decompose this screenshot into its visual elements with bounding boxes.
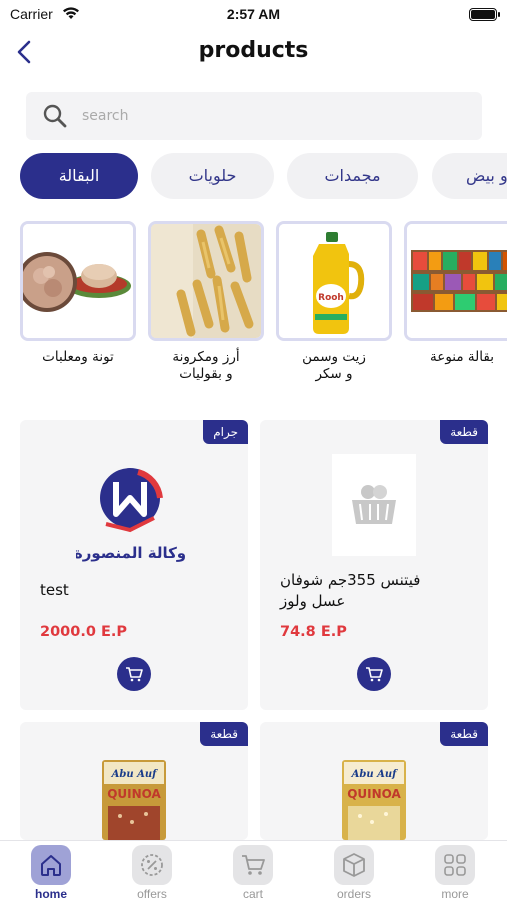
nav-label: cart (242, 887, 263, 900)
subcategory-image: Rooh (276, 221, 392, 341)
svg-text:QUINOA: QUINOA (107, 787, 161, 801)
product-price: 2000.0 E.P (40, 624, 128, 640)
cart-icon (126, 667, 143, 682)
nav-orders[interactable]: orders (324, 845, 384, 900)
cart-icon (366, 667, 383, 682)
add-to-cart-button[interactable] (357, 657, 391, 691)
nav-label: home (34, 887, 67, 900)
subcategory-tuna[interactable]: تونة ومعلبات (20, 221, 136, 366)
product-price: 74.8 E.P (280, 624, 347, 640)
svg-text:Abu Auf: Abu Auf (111, 769, 159, 780)
logo-text: وكالة المنصورة (76, 544, 186, 562)
product-image: Abu Auf QUINOA (102, 760, 166, 840)
subcategory-image (20, 221, 136, 341)
subcategory-label: أرز ومكرونة و بقوليات (172, 349, 240, 382)
battery-icon (469, 8, 500, 21)
basket-icon (352, 485, 396, 524)
tab-eggs[interactable]: و بيض (432, 153, 507, 199)
svg-text:QUINOA: QUINOA (347, 787, 401, 801)
product-card[interactable]: قطعة Abu Auf QUINOA (20, 722, 248, 840)
nav-label: orders (336, 887, 371, 900)
svg-text:Abu Auf: Abu Auf (351, 769, 399, 780)
product-name: فيتنس 355جم شوفان عسل ولوز (280, 571, 421, 610)
product-card[interactable]: جرام وكالة المنصورة test 2000.0 E.P (20, 420, 248, 710)
offers-icon (132, 845, 172, 885)
placeholder-image (332, 454, 416, 556)
nav-label: more (441, 887, 469, 900)
status-bar: Carrier 2:57 AM (0, 0, 507, 30)
nav-cart[interactable]: cart (223, 845, 283, 900)
page-title: products (198, 38, 309, 63)
subcategory-label: زيت وسمن و سكر (302, 349, 366, 382)
unit-badge: قطعة (440, 420, 488, 444)
unit-badge: جرام (203, 420, 248, 444)
nav-label: offers (137, 887, 167, 900)
subcategory-label: تونة ومعلبات (42, 349, 114, 365)
cart-icon (233, 845, 273, 885)
category-tabs: البقالة حلويات مجمدات و بيض (0, 153, 507, 201)
product-name: test (40, 581, 69, 599)
unit-badge: قطعة (200, 722, 248, 746)
search-icon (43, 104, 67, 128)
home-icon (31, 845, 71, 885)
orders-icon (334, 845, 374, 885)
nav-offers[interactable]: offers (122, 845, 182, 900)
clock: 2:57 AM (226, 6, 281, 22)
product-card[interactable]: قطعة Abu Auf QUINOA (260, 722, 488, 840)
unit-badge: قطعة (440, 722, 488, 746)
product-image: وكالة المنصورة (76, 468, 186, 562)
nav-more[interactable]: more (425, 845, 485, 900)
subcategory-image (404, 221, 507, 341)
more-icon (435, 845, 475, 885)
tab-frozen[interactable]: مجمدات (287, 153, 418, 199)
product-image: Abu Auf QUINOA (342, 760, 406, 840)
nav-header: products (0, 34, 507, 70)
tab-groceries[interactable]: البقالة (20, 153, 138, 199)
subcategory-assorted[interactable]: بقالة منوعة (404, 221, 507, 366)
svg-text:Rooh: Rooh (318, 293, 344, 303)
bottom-tab-bar: home offers cart orders more (0, 840, 507, 900)
subcategory-oil-sugar[interactable]: Rooh زيت وسمن و سكر (276, 221, 392, 383)
subcategory-list: تونة ومعلبات أرز ومكرونة و بقوليات Rooh … (0, 221, 507, 391)
subcategory-label: بقالة منوعة (430, 349, 494, 365)
add-to-cart-button[interactable] (117, 657, 151, 691)
product-card[interactable]: قطعة فيتنس 355جم شوفان عسل ولوز 74.8 E.P (260, 420, 488, 710)
search-input[interactable] (82, 104, 462, 128)
subcategory-rice-pasta[interactable]: أرز ومكرونة و بقوليات (148, 221, 264, 383)
tab-sweets[interactable]: حلويات (151, 153, 274, 199)
search-bar (26, 92, 482, 140)
subcategory-image (148, 221, 264, 341)
nav-home[interactable]: home (21, 845, 81, 900)
